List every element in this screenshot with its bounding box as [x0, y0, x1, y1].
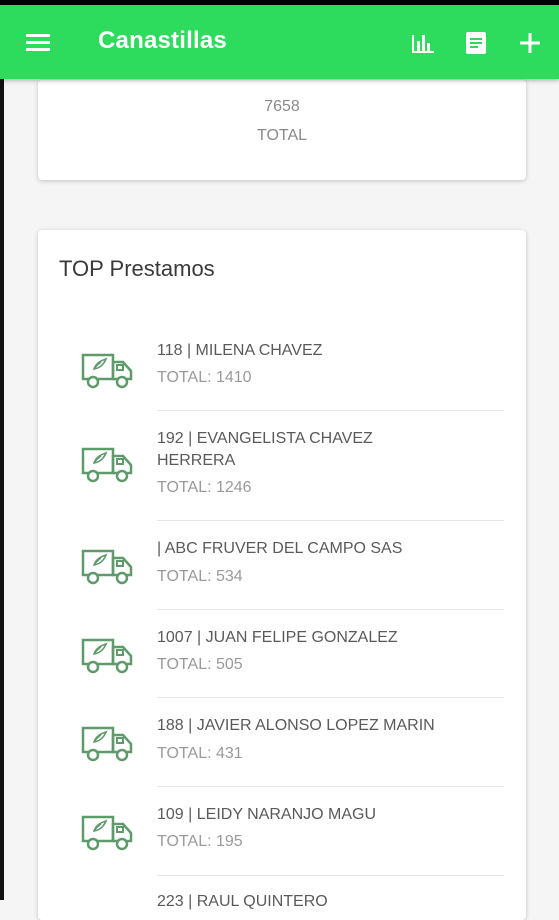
item-total: TOTAL: 1410	[157, 369, 252, 386]
app-bar: Canastillas	[0, 5, 559, 79]
menu-icon[interactable]	[24, 29, 54, 57]
item-name: 223 | RAUL QUINTERO	[157, 893, 328, 910]
item-total: TOTAL: 534	[157, 568, 243, 585]
screen-edge	[0, 79, 4, 900]
delivery-truck-icon	[80, 809, 136, 853]
item-name: 192 | EVANGELISTA CHAVEZ HERRERA	[157, 430, 373, 469]
document-icon[interactable]	[462, 29, 490, 57]
top-loans-heading: TOP Prestamos	[59, 256, 215, 281]
summary-total-label: TOTAL	[256, 127, 308, 144]
top-loans-card: TOP Prestamos 118 | MILENA CHAVEZ TOTAL:…	[38, 230, 526, 920]
list-item[interactable]: 1007 | JUAN FELIPE GONZALEZ TOTAL: 505	[38, 609, 526, 698]
add-icon[interactable]	[516, 29, 544, 57]
list-item[interactable]: 109 | LEIDY NARANJO MAGU TOTAL: 195	[38, 786, 526, 876]
delivery-truck-icon	[80, 720, 136, 764]
item-total: TOTAL: 505	[157, 656, 243, 673]
item-total: TOTAL: 195	[157, 833, 243, 850]
delivery-truck-icon	[80, 632, 136, 676]
list-item[interactable]: 223 | RAUL QUINTERO	[38, 875, 526, 920]
delivery-truck-icon	[80, 441, 136, 485]
delivery-truck-icon	[80, 347, 136, 391]
item-name: | ABC FRUVER DEL CAMPO SAS	[157, 540, 403, 557]
app-title: Canastillas	[98, 27, 227, 54]
list-item[interactable]: | ABC FRUVER DEL CAMPO SAS TOTAL: 534	[38, 520, 526, 610]
list-item[interactable]: 118 | MILENA CHAVEZ TOTAL: 1410	[38, 330, 526, 411]
item-name: 109 | LEIDY NARANJO MAGU	[157, 806, 377, 823]
item-total: TOTAL: 1246	[157, 479, 252, 496]
list-item[interactable]: 188 | JAVIER ALONSO LOPEZ MARIN TOTAL: 4…	[38, 697, 526, 787]
summary-card: 7658 TOTAL	[38, 80, 526, 180]
item-name: 188 | JAVIER ALONSO LOPEZ MARIN	[157, 717, 435, 734]
delivery-truck-icon	[80, 543, 136, 587]
item-name: 118 | MILENA CHAVEZ	[157, 342, 323, 359]
list-item[interactable]: 192 | EVANGELISTA CHAVEZ HERRERA TOTAL: …	[38, 410, 526, 521]
summary-total-value: 7658	[264, 98, 300, 115]
item-name: 1007 | JUAN FELIPE GONZALEZ	[157, 629, 398, 646]
item-total: TOTAL: 431	[157, 745, 243, 762]
bar-chart-icon[interactable]	[408, 29, 436, 57]
